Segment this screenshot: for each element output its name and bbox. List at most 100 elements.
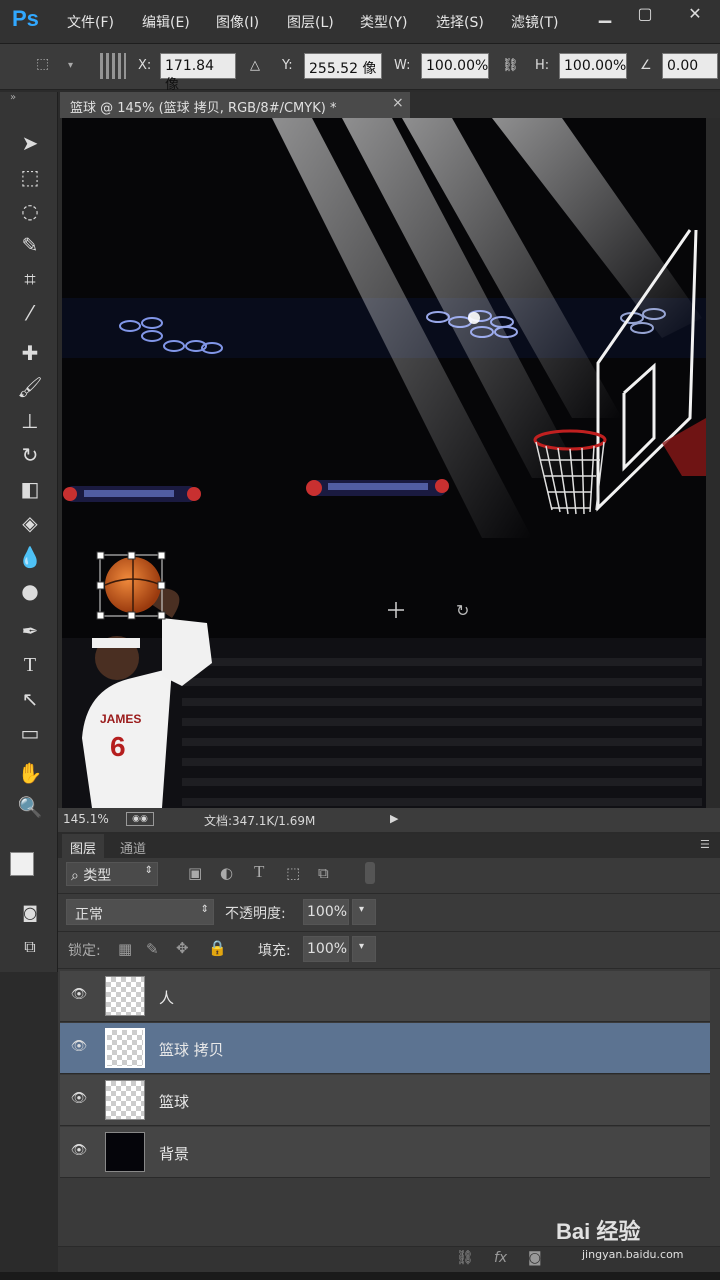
lock-position-icon[interactable]: ✥: [176, 939, 189, 957]
hand-tool-icon[interactable]: ✋: [14, 758, 46, 788]
lock-image-icon[interactable]: ✎: [146, 940, 159, 958]
layer-thumbnail: [105, 1080, 145, 1120]
zoom-tool-icon[interactable]: 🔍: [14, 792, 46, 822]
blur-tool-icon[interactable]: 💧: [14, 542, 46, 572]
pen-tool-icon[interactable]: ✒: [14, 616, 46, 646]
close-icon[interactable]: ✕: [672, 0, 718, 26]
status-menu-arrow-icon[interactable]: ▶: [390, 812, 398, 825]
transform-tool-icon[interactable]: ⬚: [36, 56, 60, 76]
layer-row-selected[interactable]: 👁 篮球 拷贝: [60, 1023, 710, 1074]
visibility-eye-icon[interactable]: 👁: [70, 1091, 88, 1109]
crop-tool-icon[interactable]: ⌗: [14, 264, 46, 294]
document-size: 文档:347.1K/1.69M: [204, 814, 316, 828]
link-icon[interactable]: ⛓: [502, 58, 519, 73]
filter-shape-icon[interactable]: ⬚: [286, 864, 300, 882]
stamp-tool-icon[interactable]: ⊥: [14, 406, 46, 436]
zoom-level[interactable]: 145.1%: [63, 812, 109, 826]
filter-kind-label: 类型: [83, 868, 112, 884]
layer-name: 篮球 拷贝: [159, 1041, 224, 1059]
maximize-icon[interactable]: ▢: [622, 0, 668, 26]
tab-layers[interactable]: 图层: [62, 834, 105, 858]
y-position-field[interactable]: 255.52 像: [304, 53, 382, 79]
status-view-icon[interactable]: ◉◉: [126, 812, 154, 826]
foreground-color-swatch[interactable]: [10, 852, 34, 876]
healing-tool-icon[interactable]: ✚: [14, 338, 46, 368]
marquee-tool-icon[interactable]: ⬚: [14, 162, 46, 192]
fill-dropdown-icon[interactable]: ▾: [352, 936, 376, 962]
filter-smart-object-icon[interactable]: ⧉: [318, 864, 329, 882]
menu-select[interactable]: 选择(S): [436, 12, 484, 32]
arena-banner-center: [306, 479, 449, 496]
path-select-tool-icon[interactable]: ↖: [14, 684, 46, 714]
menu-file[interactable]: 文件(F): [67, 12, 114, 32]
history-brush-tool-icon[interactable]: ↻: [14, 440, 46, 470]
filter-pixel-icon[interactable]: ▣: [188, 864, 202, 882]
x-label: X:: [138, 58, 152, 73]
opacity-dropdown-icon[interactable]: ▾: [352, 899, 376, 925]
rectangle-tool-icon[interactable]: ▭: [14, 718, 46, 748]
screen-mode-icon[interactable]: ⧉: [14, 932, 46, 962]
menu-image[interactable]: 图像(I): [216, 12, 259, 32]
lock-all-icon[interactable]: 🔒: [208, 939, 227, 957]
chevron-down-icon: ⇕: [144, 865, 153, 876]
height-field[interactable]: 100.00%: [559, 53, 627, 79]
svg-text:6: 6: [110, 731, 126, 762]
arena-banner-left: [63, 486, 201, 502]
menu-layer[interactable]: 图层(L): [287, 12, 334, 32]
close-tab-icon[interactable]: ×: [392, 95, 404, 111]
layer-row[interactable]: 👁 篮球: [60, 1075, 710, 1126]
layer-filter-select[interactable]: ⌕ 类型 ⇕: [66, 862, 158, 886]
chevron-down-icon[interactable]: ▾: [68, 60, 73, 71]
type-tool-icon[interactable]: T: [14, 650, 46, 680]
rotation-field[interactable]: 0.00: [662, 53, 718, 79]
menu-bar: Ps 文件(F) 编辑(E) 图像(I) 图层(L) 类型(Y) 选择(S) 滤…: [0, 0, 720, 44]
link-layers-icon[interactable]: ⛓: [456, 1250, 474, 1266]
menu-edit[interactable]: 编辑(E): [142, 12, 190, 32]
document-tab[interactable]: 篮球 @ 145% (篮球 拷贝, RGB/8#/CMYK) *: [60, 92, 410, 118]
panel-menu-icon[interactable]: ☰: [700, 838, 710, 851]
opacity-field[interactable]: 100%: [303, 899, 349, 925]
angle-icon: ∠: [640, 58, 652, 73]
visibility-eye-icon[interactable]: 👁: [70, 1039, 88, 1057]
fill-label: 填充:: [258, 943, 291, 959]
paint-bucket-tool-icon[interactable]: ◈: [14, 508, 46, 538]
brush-tool-icon[interactable]: 🖌: [14, 372, 46, 402]
layer-name: 背景: [159, 1145, 190, 1163]
tab-channels[interactable]: 通道: [112, 834, 154, 858]
lock-transparent-icon[interactable]: ▦: [118, 940, 132, 958]
width-field[interactable]: 100.00%: [421, 53, 489, 79]
dodge-tool-icon[interactable]: ●: [14, 576, 46, 606]
fx-icon[interactable]: fx: [494, 1250, 507, 1266]
watermark-url: jingyan.baidu.com: [582, 1248, 684, 1261]
layer-row[interactable]: 👁 人: [60, 971, 710, 1022]
visibility-eye-icon[interactable]: 👁: [70, 987, 88, 1005]
rotate-cursor-icon: ↻: [456, 601, 469, 620]
canvas[interactable]: JAMES 6 ↻: [62, 118, 706, 808]
collapse-icon[interactable]: »: [10, 92, 16, 103]
menu-filter[interactable]: 滤镜(T): [511, 12, 558, 32]
chevron-down-icon: ⇕: [200, 904, 209, 915]
filter-adjustment-icon[interactable]: ◐: [220, 864, 233, 882]
quick-select-tool-icon[interactable]: ✎: [14, 230, 46, 260]
quick-mask-icon[interactable]: ◙: [14, 898, 46, 928]
filter-type-icon[interactable]: T: [254, 862, 264, 882]
blend-mode-select[interactable]: 正常 ⇕: [66, 899, 214, 925]
move-tool-icon[interactable]: ➤: [14, 128, 46, 158]
x-position-field[interactable]: 171.84 像: [160, 53, 236, 93]
y-label: Y:: [282, 58, 293, 73]
delta-icon[interactable]: △: [250, 58, 260, 73]
filter-toggle[interactable]: [365, 862, 375, 884]
add-mask-icon[interactable]: ◙: [528, 1250, 542, 1266]
visibility-eye-icon[interactable]: 👁: [70, 1143, 88, 1161]
eyedropper-tool-icon[interactable]: ⁄: [14, 298, 46, 328]
lasso-tool-icon[interactable]: ◌: [14, 196, 46, 226]
svg-text:JAMES: JAMES: [100, 712, 141, 726]
menu-type[interactable]: 类型(Y): [360, 12, 407, 32]
layer-row[interactable]: 👁 背景: [60, 1127, 710, 1178]
basketball-artwork: JAMES 6 ↻: [62, 118, 706, 808]
panel-tab-bar: [58, 834, 720, 858]
reference-point-icon[interactable]: [100, 53, 126, 79]
fill-field[interactable]: 100%: [303, 936, 349, 962]
eraser-tool-icon[interactable]: ◧: [14, 474, 46, 504]
layer-thumbnail: [105, 976, 145, 1016]
